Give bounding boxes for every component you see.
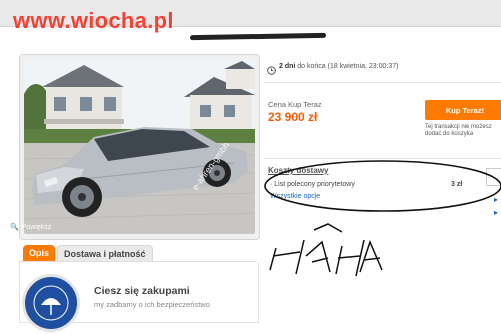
handwritten-overlay <box>264 160 501 277</box>
circle-scribble <box>264 160 501 212</box>
haha-scribble <box>269 223 383 277</box>
